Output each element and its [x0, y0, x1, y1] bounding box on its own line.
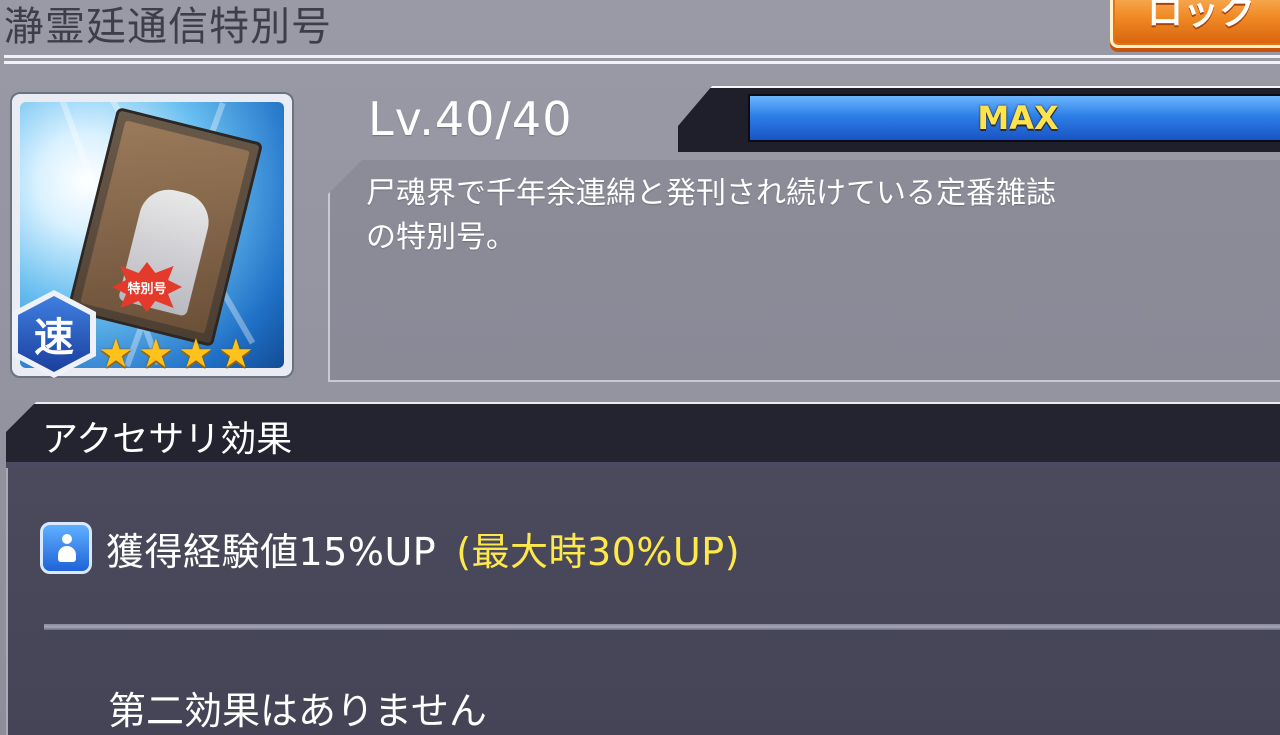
accessory-effect-title: アクセサリ効果	[42, 419, 293, 460]
effect-row: 獲得経験値15%UP (最大時30%UP)	[40, 520, 740, 576]
page-title: 瀞霊廷通信特別号	[4, 4, 332, 50]
effect-text: 獲得経験値15%UP	[106, 529, 437, 574]
lock-button[interactable]: ロック	[1110, 0, 1280, 48]
star-icon: ★	[178, 331, 214, 377]
item-description: 尸魂界で千年余連綿と発刊され続けている定番雑誌 の特別号。	[366, 176, 1056, 255]
speed-type-label: 速	[18, 296, 90, 372]
star-icon: ★	[138, 331, 174, 377]
level-text: Lv.40/40	[368, 92, 573, 146]
exp-max-label: MAX	[977, 99, 1059, 137]
special-issue-badge: 特別号	[112, 262, 182, 312]
rarity-stars: ★ ★ ★ ★	[98, 334, 258, 374]
person-badge-icon	[40, 522, 92, 574]
title-divider	[4, 55, 1280, 64]
second-effect-text: 第二効果はありません	[108, 689, 487, 733]
star-icon: ★	[98, 331, 134, 377]
exp-bar: MAX	[748, 94, 1280, 142]
effect-max-text: (最大時30%UP)	[456, 529, 741, 574]
effect-divider	[44, 624, 1280, 630]
star-icon: ★	[218, 331, 254, 377]
